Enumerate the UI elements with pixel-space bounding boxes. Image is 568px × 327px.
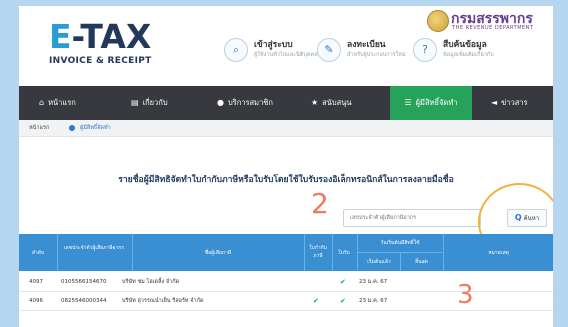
- nav-about[interactable]: ▤ เกี่ยวกับ: [131, 86, 168, 120]
- col-name: ชื่อผู้เสียภาษี: [204, 250, 232, 256]
- breadcrumb: หน้าแรก ผู้มีสิทธิ์จัดทำ: [19, 120, 553, 137]
- nav-eligible[interactable]: ☰ ผู้มีสิทธิ์จัดทำ: [390, 86, 472, 120]
- star-icon: ★: [311, 98, 319, 107]
- nav-home[interactable]: ⌂ หน้าแรก: [39, 86, 76, 120]
- nav-eligible-label: ผู้มีสิทธิ์จัดทำ: [415, 98, 458, 107]
- row-name: บริษัท สุวรรณนำเย็น รีสอร์ท จำกัด: [122, 298, 204, 304]
- step-3-annotation: 3: [457, 280, 474, 310]
- page-title: รายชื่อผู้มีสิทธิจัดทำใบกำกับภาษีหรือใบร…: [118, 175, 454, 185]
- breadcrumb-home[interactable]: หน้าแรก: [29, 120, 49, 136]
- etax-logo[interactable]: E-TAX: [49, 20, 151, 54]
- login-link[interactable]: ⌕ เข้าสู่ระบบ ผู้ใช้งานทั่วไปและนิติบุคค…: [224, 34, 318, 68]
- receipt-check-icon: ✔: [340, 278, 346, 286]
- row-name: บริษัท ชม ไฮเดลิ้ง จำกัด: [122, 279, 180, 285]
- megaphone-icon: ◄: [491, 98, 498, 107]
- breadcrumb-current: ผู้มีสิทธิ์จัดทำ: [80, 125, 111, 131]
- nav-about-label: เกี่ยวกับ: [142, 98, 168, 107]
- row-taxid: 0825546000344: [61, 298, 107, 304]
- revenue-department-logo: กรมสรรพากร THE REVENUE DEPARTMENT: [427, 10, 557, 34]
- col-end: สิ้นสุด: [415, 259, 428, 265]
- register-title: ลงทะเบียน: [347, 40, 386, 50]
- search-info-title: สืบค้นข้อมูล: [443, 40, 487, 50]
- register-desc: สำหรับผู้ประกอบการใหม่: [347, 52, 406, 58]
- col-note: หมายเหตุ: [488, 250, 509, 256]
- search-info-desc: ข้อมูลเพิ่มเติมเกี่ยวกับ: [443, 52, 494, 58]
- login-desc: ผู้ใช้งานทั่วไปและนิติบุคคล: [254, 52, 318, 58]
- step-2-annotation: 2: [311, 187, 329, 220]
- document-icon: ▤: [131, 98, 139, 107]
- col-no: ลำดับ: [31, 250, 45, 256]
- col-dates: วันเริ่มต้นมีสิทธิ์ใช้: [380, 240, 420, 246]
- nav-member[interactable]: ● บริการสมาชิก: [217, 86, 273, 120]
- nav-home-label: หน้าแรก: [48, 98, 76, 107]
- row-taxid: 0105566154670: [61, 279, 107, 285]
- main-navbar: ⌂ หน้าแรก ▤ เกี่ยวกับ ● บริการสมาชิก ★ สนับส…: [19, 86, 553, 120]
- row-no: 4097: [29, 279, 43, 285]
- col-receipt: ใบรับ: [338, 250, 350, 256]
- nav-news-label: ข่าวสาร: [501, 98, 528, 107]
- table-header: ลำดับ เลขประจำตัวผู้เสียภาษีอากร ชื่อผู้…: [19, 234, 553, 271]
- help-icon: ?: [413, 38, 437, 62]
- key-icon: ⌕: [224, 38, 248, 62]
- row-no: 4096: [29, 298, 43, 304]
- revenue-seal-icon: [427, 10, 449, 32]
- search-info-link[interactable]: ? สืบค้นข้อมูล ข้อมูลเพิ่มเติมเกี่ยวกับ: [413, 34, 513, 68]
- register-link[interactable]: ✎ ลงทะเบียน สำหรับผู้ประกอบการใหม่: [317, 34, 407, 68]
- site-header: E-TAX INVOICE & RECEIPT กรมสรรพากร THE R…: [19, 6, 553, 86]
- edit-icon: ✎: [317, 38, 341, 62]
- nav-support[interactable]: ★ สนับสนุน: [311, 86, 351, 120]
- invoice-check-icon: ✔: [313, 297, 319, 305]
- col-taxid: เลขประจำตัวผู้เสียภาษีอากร: [63, 245, 125, 251]
- receipt-check-icon: ✔: [340, 297, 346, 305]
- list-icon: ☰: [404, 98, 412, 107]
- breadcrumb-separator-icon: [69, 125, 75, 131]
- row-start: 23 ม.ค. 67: [359, 298, 388, 304]
- logo-subtitle: INVOICE & RECEIPT: [49, 56, 152, 66]
- col-invoice: ใบกำกับภาษี: [309, 245, 327, 259]
- home-icon: ⌂: [39, 98, 45, 107]
- nav-support-label: สนับสนุน: [322, 98, 352, 107]
- nav-news[interactable]: ◄ ข่าวสาร: [491, 86, 528, 120]
- nav-member-label: บริการสมาชิก: [227, 98, 273, 107]
- revenue-name-en: THE REVENUE DEPARTMENT: [452, 25, 534, 31]
- login-title: เข้าสู่ระบบ: [254, 40, 293, 50]
- row-start: 23 ม.ค. 67: [359, 279, 388, 285]
- taxid-search-input[interactable]: [343, 209, 481, 227]
- user-icon: ●: [217, 98, 224, 107]
- col-start: เริ่มต้นแล้ว: [367, 259, 391, 265]
